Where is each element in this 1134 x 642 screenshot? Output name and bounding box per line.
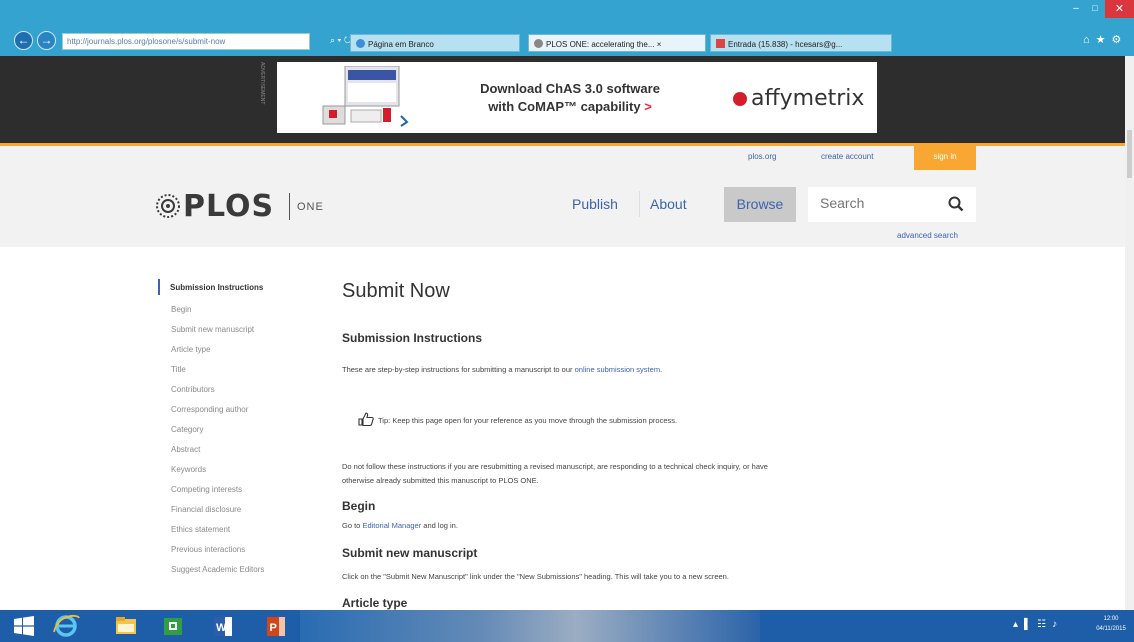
resubmit-note-line-2: otherwise already submitted this manuscr…	[342, 476, 539, 485]
tab-label: Página em Branco	[368, 40, 434, 49]
taskbar-background-image	[300, 610, 760, 642]
file-explorer-icon[interactable]	[108, 612, 144, 640]
online-submission-system-link[interactable]: online submission system	[575, 365, 660, 374]
ad-chevron: >	[644, 99, 652, 114]
nav-about[interactable]: About	[650, 196, 687, 212]
sidebar-item-begin[interactable]: Begin	[171, 305, 191, 314]
sidebar-item-financial-disclosure[interactable]: Financial disclosure	[171, 505, 241, 514]
address-bar[interactable]: http://journals.plos.org/plosone/s/submi…	[62, 33, 310, 50]
nav-browse[interactable]: Browse	[724, 187, 796, 222]
tab-label: Entrada (15.838) - hcesars@g...	[728, 40, 843, 49]
heading-article-type: Article type	[342, 596, 408, 610]
begin-post-text: and log in.	[421, 521, 458, 530]
sidebar-item-category[interactable]: Category	[171, 425, 203, 434]
heading-submission-instructions: Submission Instructions	[342, 331, 483, 345]
sidebar-item-keywords[interactable]: Keywords	[171, 465, 206, 474]
page-title: Submit Now	[342, 280, 450, 302]
tab-label: PLOS ONE: accelerating the... ×	[546, 40, 662, 49]
tab-plos-one[interactable]: PLOS ONE: accelerating the... ×	[528, 34, 706, 52]
internet-explorer-icon[interactable]	[48, 612, 84, 640]
windows-start-icon[interactable]	[6, 612, 42, 640]
logo-text: PLOS	[183, 189, 275, 224]
pointing-hand-icon	[358, 412, 374, 426]
store-icon[interactable]	[155, 612, 191, 640]
advertisement-banner[interactable]: Download ChAS 3.0 software with CoMAP™ c…	[277, 62, 877, 133]
ad-line-2-text: with CoMAP™ capability	[488, 99, 641, 114]
sidebar-item-previous-interactions[interactable]: Previous interactions	[171, 545, 245, 554]
logo-separator	[289, 193, 290, 220]
sidebar-item-contributors[interactable]: Contributors	[171, 385, 215, 394]
tab-gmail[interactable]: Entrada (15.838) - hcesars@g...	[710, 34, 892, 52]
sidebar-item-title[interactable]: Title	[171, 365, 186, 374]
ad-line-2: with CoMAP™ capability >	[455, 98, 685, 116]
ad-text: Download ChAS 3.0 software with CoMAP™ c…	[455, 80, 685, 116]
gmail-tab-icon	[716, 39, 725, 48]
logo-subtext: ONE	[297, 201, 324, 213]
affymetrix-logo: affymetrix	[733, 86, 864, 111]
clock-time: 12:00	[1103, 616, 1119, 622]
intro-post-text: .	[660, 365, 663, 374]
home-favorites-settings-icons[interactable]: ⌂★⚙	[1083, 33, 1127, 46]
sidebar-item-suggest-academic-editors[interactable]: Suggest Academic Editors	[171, 565, 264, 574]
intro-paragraph: These are step-by-step instructions for …	[342, 365, 662, 374]
maximize-icon[interactable]: □	[1086, 3, 1104, 15]
advanced-search-link[interactable]: advanced search	[897, 231, 958, 240]
svg-text:W: W	[216, 622, 227, 634]
nav-publish[interactable]: Publish	[572, 196, 618, 212]
ad-line-1: Download ChAS 3.0 software	[480, 81, 660, 96]
begin-pre-text: Go to	[342, 521, 363, 530]
search-input[interactable]	[820, 195, 940, 211]
plos-tab-icon	[534, 39, 543, 48]
taskbar-clock[interactable]: 12:00 04/11/2015	[1090, 614, 1132, 634]
svg-text:P: P	[270, 622, 277, 634]
intro-pre-text: These are step-by-step instructions for …	[342, 365, 575, 374]
sidebar-item-ethics-statement[interactable]: Ethics statement	[171, 525, 230, 534]
powerpoint-icon[interactable]: P	[258, 612, 294, 640]
begin-paragraph: Go to Editorial Manager and log in.	[342, 521, 458, 530]
system-tray-icons[interactable]: ▴▌☷♪	[1013, 619, 1063, 630]
clock-date: 04/11/2015	[1096, 626, 1126, 632]
plos-logo-icon	[156, 194, 180, 218]
close-icon[interactable]: ✕	[1105, 0, 1134, 18]
scrollbar-thumb[interactable]	[1127, 130, 1132, 178]
affymetrix-logo-icon	[733, 92, 747, 106]
create-account-link[interactable]: create account	[821, 152, 873, 161]
sidebar-item-submit-new-manuscript[interactable]: Submit new manuscript	[171, 325, 254, 334]
nav-divider	[639, 191, 640, 217]
heading-begin: Begin	[342, 499, 376, 513]
sidebar-active-indicator	[158, 279, 160, 295]
resubmit-note-line-1: Do not follow these instructions if you …	[342, 462, 768, 471]
search-icon[interactable]	[947, 195, 965, 213]
affymetrix-logo-text: affymetrix	[751, 86, 865, 111]
software-screenshot-image	[322, 66, 409, 127]
ad-side-label: ADVERTISEMENT	[259, 62, 265, 105]
sidebar-item-article-type[interactable]: Article type	[171, 345, 211, 354]
search-box	[808, 187, 976, 222]
tip-text: Tip: Keep this page open for your refere…	[378, 416, 677, 425]
tab-blank-page[interactable]: Página em Branco	[350, 34, 520, 52]
sidebar-item-corresponding-author[interactable]: Corresponding author	[171, 405, 248, 414]
back-button[interactable]: ←	[14, 31, 33, 50]
ie-tab-icon	[356, 39, 365, 48]
submit-new-paragraph: Click on the "Submit New Manuscript" lin…	[342, 572, 729, 581]
editorial-manager-link[interactable]: Editorial Manager	[362, 521, 421, 530]
sidebar-item-abstract[interactable]: Abstract	[171, 445, 200, 454]
minimize-icon[interactable]: –	[1067, 3, 1085, 15]
screen: ← → http://journals.plos.org/plosone/s/s…	[0, 0, 1134, 642]
tip-label: Tip:	[378, 416, 391, 425]
tip-body: Keep this page open for your reference a…	[392, 416, 678, 425]
sidebar-item-competing-interests[interactable]: Competing interests	[171, 485, 242, 494]
forward-button[interactable]: →	[37, 31, 56, 50]
plos-org-link[interactable]: plos.org	[748, 152, 776, 161]
heading-submit-new-manuscript: Submit new manuscript	[342, 546, 478, 560]
sign-in-button[interactable]: sign in	[914, 146, 976, 170]
address-tools[interactable]: ⌕ ▾ ↻	[330, 35, 351, 46]
sidebar-item-submission-instructions[interactable]: Submission Instructions	[170, 283, 263, 292]
word-icon[interactable]: W	[205, 612, 241, 640]
